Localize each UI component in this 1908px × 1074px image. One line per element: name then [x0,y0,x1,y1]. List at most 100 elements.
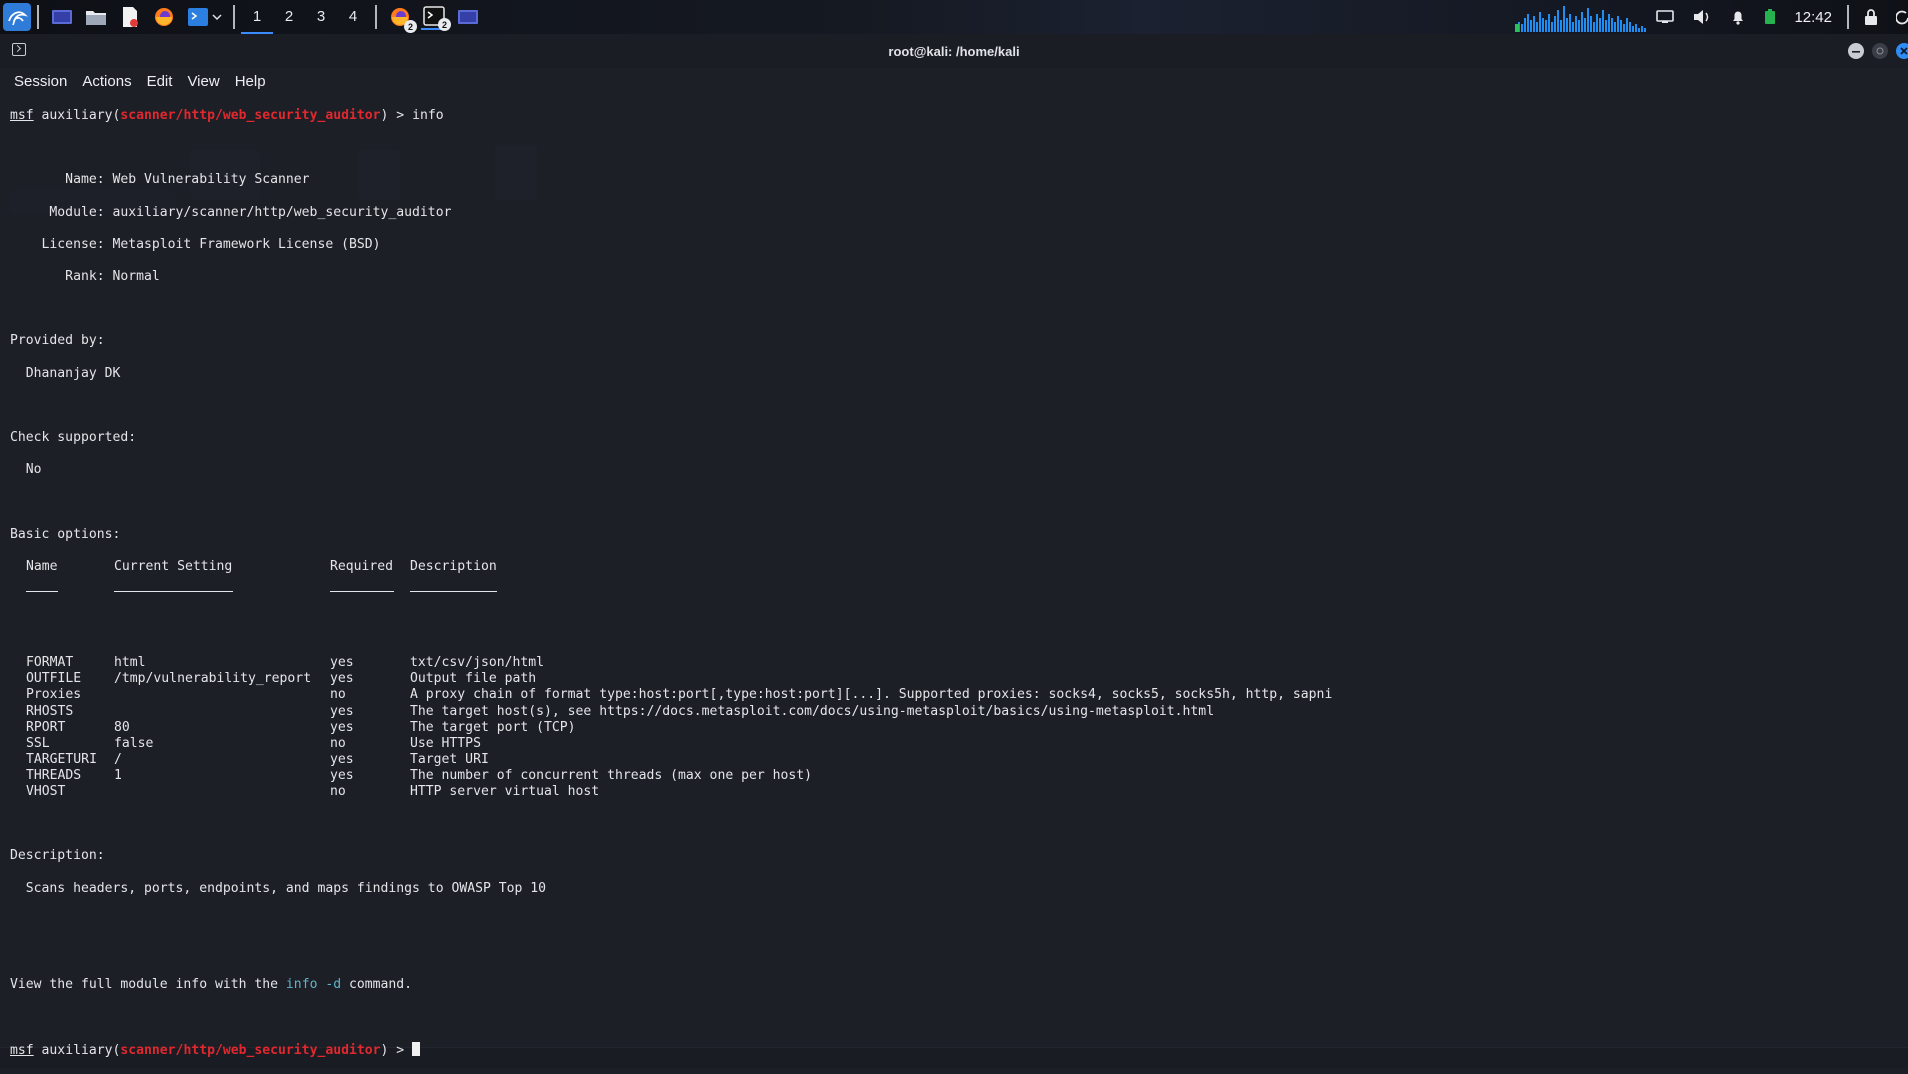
option-description: HTTP server virtual host [410,784,599,800]
close-icon [1900,47,1908,55]
underline [330,591,394,592]
menu-edit[interactable]: Edit [147,73,173,90]
underline [26,591,58,592]
window-count-badge: 2 [438,18,451,31]
options-table: FORMAT html yes txt/csv/json/htmlOUTFILE/tm… [10,655,1900,800]
option-required: no [330,687,346,703]
option-row: OUTFILE/tmp/vulnerability_reportyesOutpu… [10,671,1900,687]
option-row: TARGETURI/yesTarget URI [10,752,1900,768]
option-required: no [330,736,346,752]
option-row: RPORT80yesThe target port (TCP) [10,720,1900,736]
file-manager-icon[interactable] [83,4,109,30]
option-name: RHOSTS [26,704,73,720]
show-desktop-icon[interactable] [49,4,75,30]
clock[interactable]: 12:42 [1794,9,1832,26]
option-name: THREADS [26,768,81,784]
prompt-prefix: auxiliary( [34,108,121,123]
prompt-suffix: ) > [381,1043,413,1058]
prompt-line: msf auxiliary(scanner/http/web_security_… [10,108,1900,124]
basic-options-label: Basic options: [10,527,1900,543]
workspace-3[interactable]: 3 [305,0,337,34]
window-count-badge: 2 [404,20,417,33]
window-controls [1840,43,1908,59]
info-rank: Rank: Normal [10,269,1900,285]
workspace-4[interactable]: 4 [337,0,369,34]
text-editor-icon[interactable] [117,4,143,30]
volume-icon[interactable] [1692,9,1712,25]
battery-icon[interactable] [1764,9,1776,25]
menu-help[interactable]: Help [235,73,266,90]
panel-separator [37,5,39,29]
option-setting: false [114,736,153,752]
option-description: The number of concurrent threads (max on… [410,768,812,784]
kali-menu-icon[interactable] [3,3,31,31]
option-required: yes [330,655,354,671]
cpu-graph [1515,2,1655,32]
minimize-button[interactable] [1848,43,1864,59]
option-description: Output file path [410,671,536,687]
option-description: txt/csv/json/html [410,655,544,671]
description-label: Description: [10,848,1900,864]
prompt-command: ) > info [381,108,444,123]
msf-label: msf [10,1043,34,1058]
provided-by-value: Dhananjay DK [10,366,1900,382]
col-name-header: Name [26,559,58,575]
option-row: FORMAT html yes txt/csv/json/html [10,655,1900,671]
underline [410,591,497,592]
maximize-button[interactable] [1872,43,1888,59]
menu-session[interactable]: Session [14,73,67,90]
option-required: yes [330,704,354,720]
menu-actions[interactable]: Actions [82,73,131,90]
option-name: OUTFILE [26,671,81,687]
menu-view[interactable]: View [187,73,219,90]
desktop-window-button[interactable] [455,4,481,30]
chevron-down-icon[interactable] [211,4,223,30]
close-button[interactable] [1896,43,1908,59]
option-description: Target URI [410,752,489,768]
terminal-output[interactable]: msf auxiliary(scanner/http/web_security_… [10,92,1900,1052]
workspace-1[interactable]: 1 [241,0,273,34]
option-required: yes [330,671,354,687]
option-required: no [330,784,346,800]
window-icon [457,8,479,26]
option-required: yes [330,720,354,736]
check-supported-label: Check supported: [10,430,1900,446]
option-row: THREADS1yesThe number of concurrent thre… [10,768,1900,784]
display-icon[interactable] [1656,10,1674,24]
panel-separator [233,5,235,29]
option-row: SSLfalsenoUse HTTPS [10,736,1900,752]
window-titlebar[interactable]: root@kali: /home/kali [0,34,1908,68]
option-required: yes [330,768,354,784]
option-row: RHOSTS yes The target host(s), see https:/… [10,704,1900,720]
info-module: Module: auxiliary/scanner/http/web_secur… [10,205,1900,221]
prompt-prefix: auxiliary( [34,1043,121,1058]
menubar: Session Actions Edit View Help [0,68,1908,94]
option-description: The target host(s), see https://docs.met… [410,704,1214,720]
power-icon[interactable] [1896,9,1908,25]
minimize-icon [1852,47,1860,55]
panel-separator [375,5,377,29]
option-name: FORMAT [26,655,73,671]
options-header: NameCurrent SettingRequiredDescription [10,559,1900,575]
option-row: ProxiesnoA proxy chain of format type:ho… [10,687,1900,703]
notification-bell-icon[interactable] [1730,9,1746,25]
terminal-window-icon[interactable] [12,43,26,56]
option-description: The target port (TCP) [410,720,576,736]
lock-icon[interactable] [1864,9,1878,25]
option-description: Use HTTPS [410,736,481,752]
window-title: root@kali: /home/kali [888,44,1019,59]
firefox-launcher-icon[interactable] [151,4,177,30]
text-cursor [412,1042,420,1056]
info-d-command: info -d [286,977,341,992]
workspace-2[interactable]: 2 [273,0,305,34]
terminal-window-button[interactable]: 2 [421,4,447,30]
option-name: Proxies [26,687,81,703]
view-full-info-line: View the full module info with the info … [10,977,1900,993]
option-setting: html [114,655,146,671]
info-name: Name: Web Vulnerability Scanner [10,172,1900,188]
options-header-underline [10,591,1900,607]
firefox-window-button[interactable]: 2 [387,4,413,30]
terminal-launcher-icon[interactable] [185,4,211,30]
option-row: VHOSTnoHTTP server virtual host [10,784,1900,800]
option-name: RPORT [26,720,65,736]
